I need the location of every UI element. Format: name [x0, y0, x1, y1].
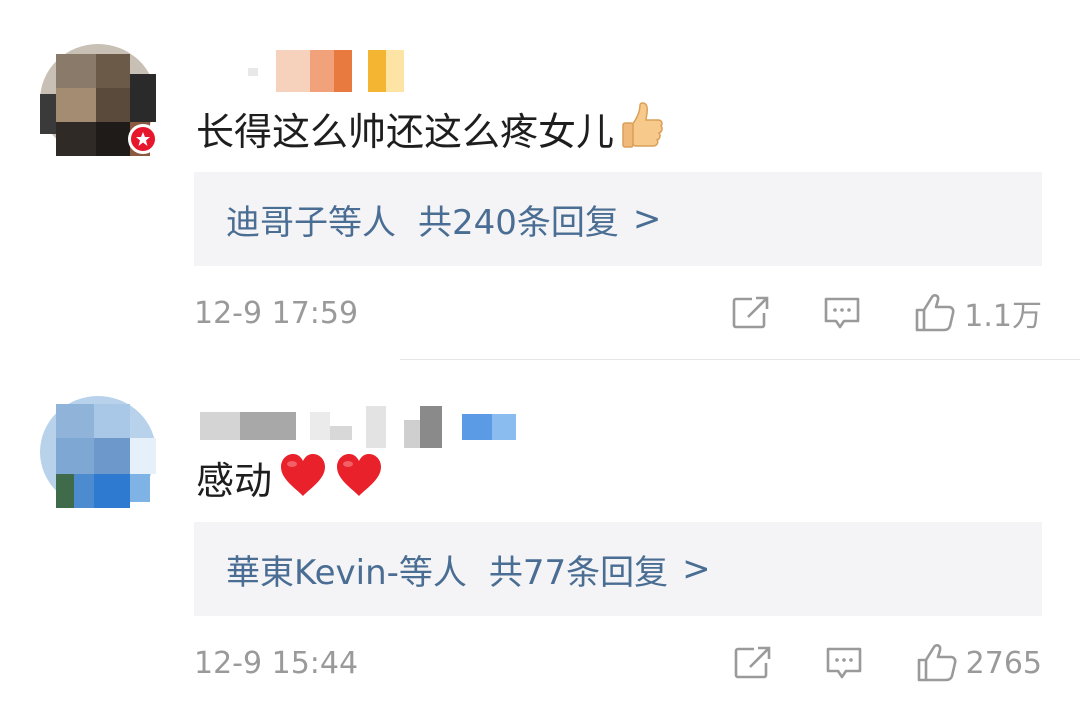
- comment-button[interactable]: [822, 295, 862, 331]
- timestamp: 12-9 15:44: [194, 645, 359, 681]
- comment-icon: [824, 297, 860, 329]
- timestamp: 12-9 17:59: [194, 295, 359, 331]
- like-button[interactable]: 2765: [916, 643, 1042, 683]
- reply-count: 共240条回复: [418, 202, 619, 243]
- avatar[interactable]: [40, 396, 156, 508]
- thumbs-up-emoji: [620, 102, 664, 161]
- like-button[interactable]: 1.1万: [914, 291, 1042, 335]
- reply-count: 共77条回复: [488, 552, 669, 593]
- share-button[interactable]: [730, 295, 770, 331]
- share-icon: [732, 296, 769, 329]
- reply-users: 華東Kevin-等人: [226, 552, 467, 593]
- reply-users: 迪哥子等人: [226, 202, 396, 243]
- red-heart-emoji: [334, 452, 384, 509]
- verified-badge-icon: [128, 124, 158, 154]
- comment-icon: [826, 647, 861, 679]
- chevron-right-icon: >: [682, 549, 711, 589]
- comment-meta: 12-9 15:44 2765: [194, 638, 1042, 688]
- chevron-right-icon: >: [632, 199, 662, 239]
- share-icon: [734, 646, 770, 679]
- red-heart-emoji: [278, 452, 328, 509]
- comment-text: 感动: [196, 452, 384, 509]
- comment-button[interactable]: [824, 645, 864, 681]
- comment-item: 长得这么帅还这么疼女儿 迪哥子等人 共240条回复 > 12-9 17:59 1…: [0, 0, 1080, 360]
- comment-meta: 12-9 17:59 1.1万: [194, 288, 1042, 338]
- replies-summary[interactable]: 迪哥子等人 共240条回复 >: [194, 172, 1042, 266]
- like-count: 2765: [965, 645, 1042, 681]
- replies-summary[interactable]: 華東Kevin-等人 共77条回复 >: [194, 522, 1042, 616]
- like-count: 1.1万: [964, 299, 1042, 334]
- comment-text: 长得这么帅还这么疼女儿: [196, 102, 664, 161]
- comment-item: 感动 華東Kevin-等人 共77条回复 > 12-9 15:44 2765: [0, 360, 1080, 708]
- thumbs-up-icon: [915, 294, 955, 332]
- share-button[interactable]: [732, 645, 772, 681]
- thumbs-up-icon: [917, 644, 957, 682]
